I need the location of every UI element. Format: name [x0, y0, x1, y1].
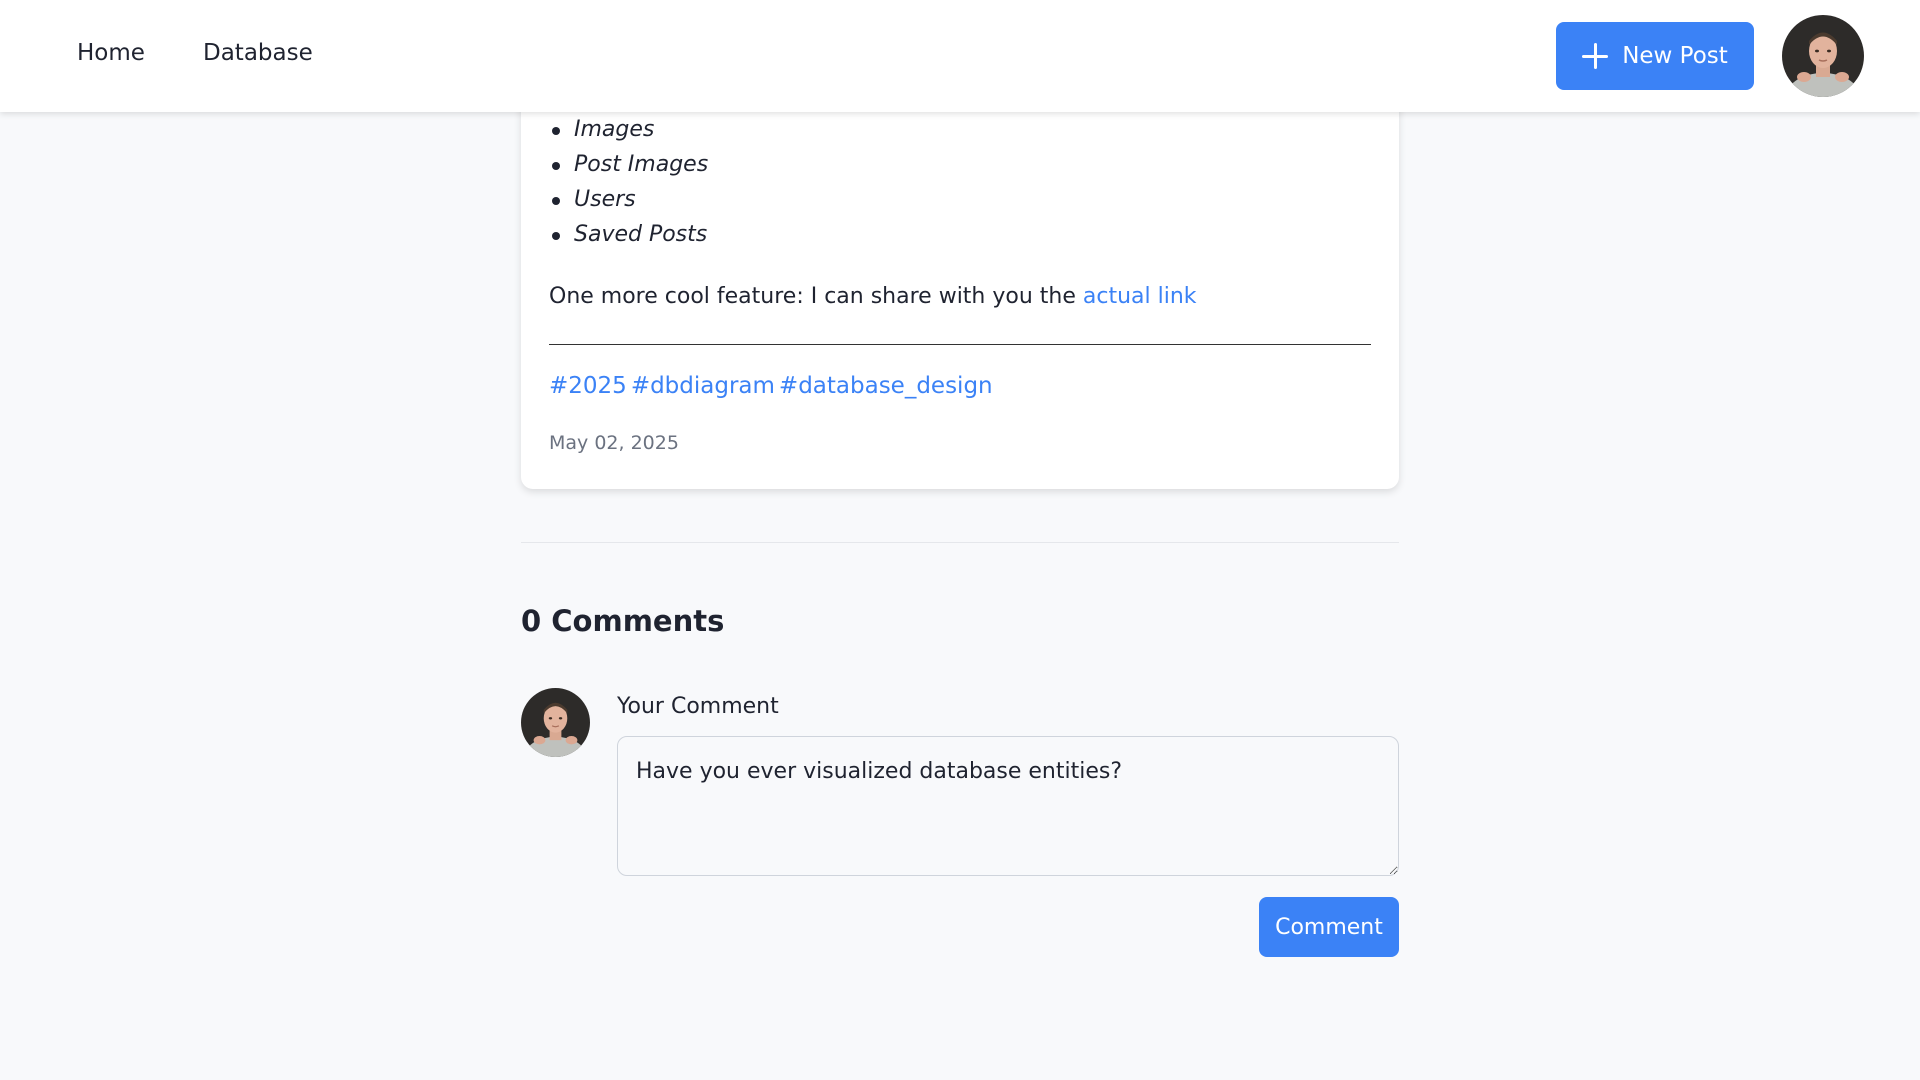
list-item: Saved Posts	[552, 217, 708, 252]
top-navbar: Home Database New Post	[0, 0, 1920, 112]
actual-link[interactable]: actual link	[1083, 284, 1197, 309]
plus-icon	[1582, 43, 1609, 69]
commenter-avatar	[521, 688, 590, 757]
comment-textarea[interactable]: Have you ever visualized database entiti…	[617, 736, 1399, 876]
list-item: Images	[552, 112, 708, 147]
tag-link[interactable]: #dbdiagram	[631, 373, 775, 399]
list-item: Users	[552, 182, 708, 217]
post-paragraph: One more cool feature: I can share with …	[549, 284, 1197, 309]
nav-home-link[interactable]: Home	[77, 40, 145, 66]
post-date: May 02, 2025	[549, 432, 679, 454]
tag-link[interactable]: #2025	[549, 373, 627, 399]
comments-heading: 0 Comments	[521, 604, 725, 638]
comment-label: Your Comment	[617, 694, 779, 719]
new-post-label: New Post	[1622, 43, 1728, 69]
list-item: Post Images	[552, 147, 708, 182]
post-entity-list: Images Post Images Users Saved Posts	[552, 112, 708, 252]
post-divider	[549, 344, 1371, 345]
new-post-button[interactable]: New Post	[1556, 22, 1754, 90]
section-divider	[521, 542, 1399, 543]
post-paragraph-text: One more cool feature: I can share with …	[549, 284, 1083, 309]
tag-link[interactable]: #database_design	[779, 373, 993, 399]
user-avatar[interactable]	[1782, 15, 1864, 97]
comment-submit-button[interactable]: Comment	[1259, 897, 1399, 957]
post-tags: #2025 #dbdiagram #database_design	[549, 373, 997, 399]
nav-database-link[interactable]: Database	[203, 40, 313, 66]
